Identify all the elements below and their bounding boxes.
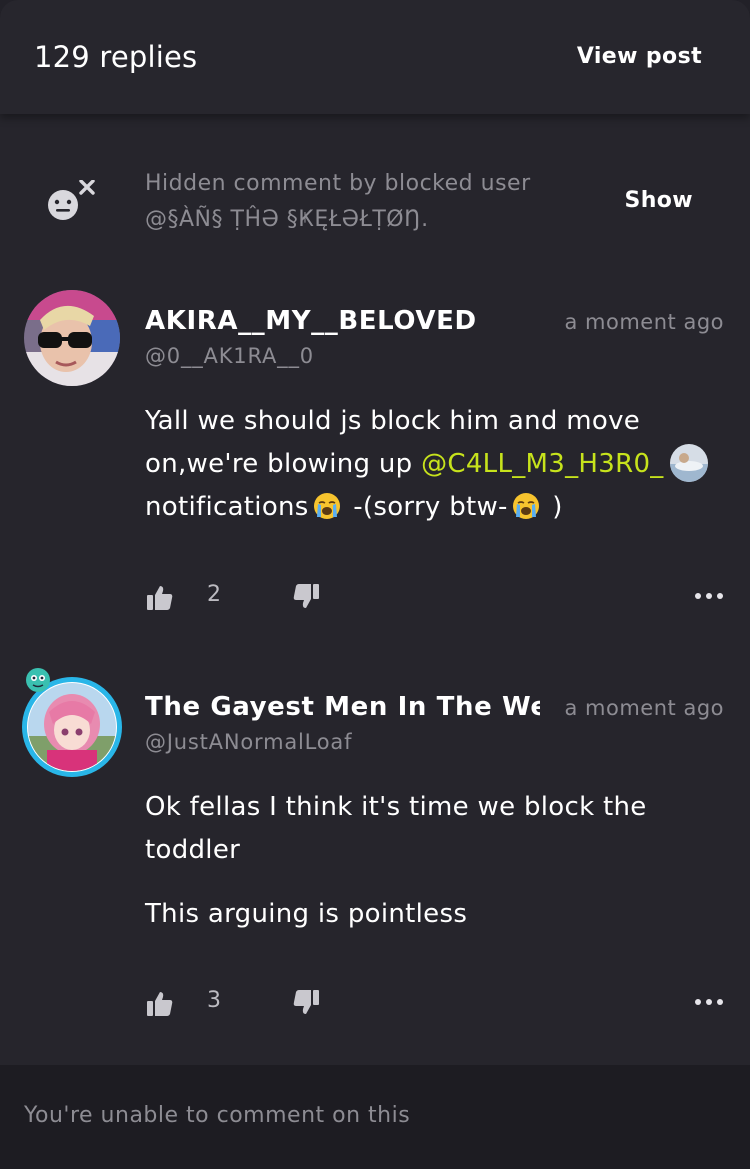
hidden-comment: Hidden comment by blocked user @§ÀÑ§ ṬĤƏ… [0,160,750,250]
comment-time: a moment ago [564,696,724,720]
thumbs-up-icon[interactable] [146,584,174,612]
comment-author[interactable]: AKIRA__MY__BELOVED [145,306,540,336]
comment-body: Ok fellas I think it's time we block the… [145,786,725,957]
comment-actions: 2 [0,580,750,620]
blocked-user-handle: @§ÀÑ§ ṬĤƏ §ҜĘŁƏŁṬØŊ. [145,207,429,232]
thumbs-down-icon[interactable] [292,582,320,610]
replies-header: 129 replies View post [0,0,750,114]
avatar-image [24,290,120,386]
comment-disabled-message: You're unable to comment on this [24,1103,411,1128]
user-mention[interactable]: @C4LL_M3_H3R0_ [421,449,664,479]
comment-text: -(sorry btw- [344,492,508,522]
crying-face-emoji [313,493,340,519]
view-post-button[interactable]: View post [577,44,702,69]
mention-avatar [669,444,708,482]
crying-face-emoji [512,493,539,519]
comment-handle[interactable]: @0__AK1RA__0 [145,344,314,368]
avatar[interactable] [24,290,120,386]
comment-footer: You're unable to comment on this [0,1065,750,1169]
thumbs-up-icon[interactable] [146,990,174,1018]
comment-paragraph: This arguing is pointless [145,899,468,929]
comment-text: ) [543,492,563,522]
hidden-comment-text: Hidden comment by blocked user @§ÀÑ§ ṬĤƏ… [145,166,575,238]
more-dots-icon[interactable] [694,584,724,604]
comment-actions: 3 [0,986,750,1026]
replies-sheet: 129 replies View post Hidden comment by … [0,0,750,1169]
badge-icon [26,668,50,692]
comment-paragraph: Ok fellas I think it's time we block the… [145,792,647,865]
comment-handle[interactable]: @JustANormalLoaf [145,730,352,754]
like-count: 2 [207,582,221,607]
replies-count: 129 replies [34,40,198,74]
hidden-comment-label: Hidden comment by blocked user [145,171,531,196]
like-count: 3 [207,988,221,1013]
comment-author[interactable]: The Gayest Men In The West [145,692,540,722]
thumbs-down-icon[interactable] [292,988,320,1016]
comment-time: a moment ago [564,310,724,334]
comment-body: Yall we should js block him and move on,… [145,400,725,529]
show-hidden-comment-button[interactable]: Show [624,188,693,213]
more-dots-icon[interactable] [694,990,724,1010]
blocked-user-icon [48,180,95,220]
comment-text: notifications [145,492,309,522]
